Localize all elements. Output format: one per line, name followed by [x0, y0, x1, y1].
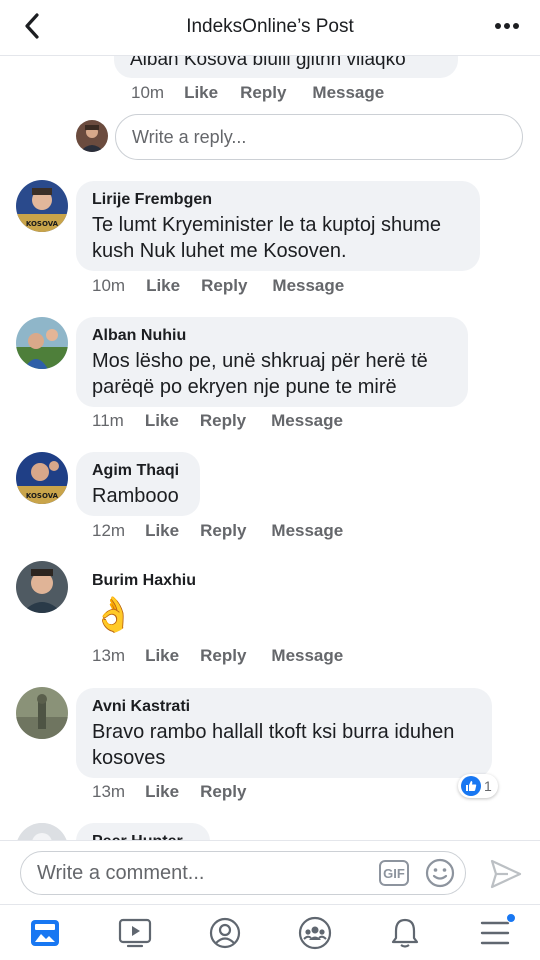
send-icon — [490, 859, 522, 889]
like-link[interactable]: Like — [145, 521, 179, 541]
like-link[interactable]: Like — [145, 782, 179, 802]
avatar: KOSOVA — [16, 452, 68, 504]
comment-bubble: Agim Thaqi Rambooo — [76, 452, 200, 516]
reply-link[interactable]: Reply — [240, 83, 286, 103]
comment-actions: 10m Like Reply Message — [92, 276, 344, 296]
message-link[interactable]: Message — [271, 521, 343, 541]
user-photo-icon — [16, 687, 68, 739]
comment-time: 10m — [131, 83, 165, 102]
bottom-tab-bar — [0, 904, 540, 960]
like-link[interactable]: Like — [184, 83, 218, 103]
comment-bubble: Alban Nuhiu Mos lësho pe, unë shkruaj pë… — [76, 317, 468, 407]
comment-bubble: Avni Kastrati Bravo rambo hallall tkoft … — [76, 688, 492, 778]
avatar — [16, 687, 68, 739]
comment-input[interactable]: Write a comment... GIF — [20, 851, 466, 895]
comment-text: Mos lësho pe, unë shkruaj për herë të pa… — [92, 350, 428, 398]
avatar: KOSOVA — [16, 180, 68, 232]
user-photo-icon — [16, 317, 68, 369]
svg-text:KOSOVA: KOSOVA — [26, 220, 59, 228]
comment-text: Rambooo — [92, 485, 179, 507]
comment-bubble: Lirije Frembgen Te lumt Kryeminister le … — [76, 181, 480, 271]
reply-placeholder: Write a reply... — [132, 126, 247, 147]
comment-author[interactable]: Avni Kastrati — [92, 697, 476, 717]
comment-time: 11m — [92, 411, 124, 430]
comment-text: Te lumt Kryeminister le ta kuptoj shume … — [92, 214, 442, 262]
notification-dot — [506, 913, 516, 923]
comment-author[interactable]: Agim Thaqi — [92, 461, 184, 481]
reply-input[interactable]: Write a reply... — [115, 114, 523, 160]
comment-author[interactable]: Peer Hunter — [92, 832, 194, 840]
reaction-badge[interactable]: 1 — [458, 774, 498, 798]
comment-text: Alban Kosova bluili gjithh viiaqko — [130, 56, 406, 70]
post-header: IndeksOnline’s Post — [0, 0, 540, 56]
reply-link[interactable]: Reply — [200, 411, 246, 431]
comment-actions: 13m Like Reply Message — [92, 646, 343, 666]
comments-feed[interactable]: Alban Kosova bluili gjithh viiaqko 10m L… — [0, 56, 540, 840]
news-feed-icon — [31, 919, 59, 946]
tab-profile[interactable] — [180, 905, 270, 960]
reply-link[interactable]: Reply — [200, 521, 246, 541]
comment-placeholder: Write a comment... — [37, 861, 205, 884]
gif-button[interactable]: GIF — [379, 860, 409, 886]
message-link[interactable]: Message — [271, 646, 343, 666]
tab-menu[interactable] — [450, 905, 540, 960]
comment-bubble: Peer Hunter — [76, 823, 210, 840]
reply-link[interactable]: Reply — [200, 646, 246, 666]
tab-news-feed[interactable] — [0, 905, 90, 960]
user-photo-icon: KOSOVA — [16, 180, 68, 232]
avatar — [16, 561, 68, 613]
message-link[interactable]: Message — [272, 276, 344, 296]
like-reaction-icon — [461, 776, 481, 796]
like-link[interactable]: Like — [146, 276, 180, 296]
avatar — [16, 823, 68, 840]
comment-time: 10m — [92, 276, 126, 295]
tab-notifications[interactable] — [360, 905, 450, 960]
bell-icon — [391, 918, 419, 948]
tab-groups[interactable] — [270, 905, 360, 960]
svg-text:KOSOVA: KOSOVA — [26, 492, 59, 500]
comment-time: 13m — [92, 646, 126, 665]
like-link[interactable]: Like — [145, 411, 179, 431]
avatar — [16, 317, 68, 369]
message-link[interactable]: Message — [312, 83, 384, 103]
emoji-button[interactable] — [425, 858, 455, 888]
comment-bubble: Burim Haxhiu 👌 — [76, 562, 276, 646]
comment-author[interactable]: Lirije Frembgen — [92, 190, 464, 210]
reply-link[interactable]: Reply — [200, 782, 246, 802]
comment-time: 12m — [92, 521, 126, 540]
user-photo-icon — [16, 823, 68, 840]
comment-time: 13m — [92, 782, 126, 801]
comment-actions: 13m Like Reply — [92, 782, 246, 802]
tab-watch[interactable] — [90, 905, 180, 960]
message-link[interactable]: Message — [271, 411, 343, 431]
like-link[interactable]: Like — [145, 646, 179, 666]
user-photo-icon: KOSOVA — [16, 452, 68, 504]
comment-actions: 12m Like Reply Message — [92, 521, 343, 541]
comment-bubble-partial: Alban Kosova bluili gjithh viiaqko — [114, 56, 458, 78]
avatar — [76, 120, 108, 152]
send-button[interactable] — [490, 859, 522, 889]
comment-actions: 10m Like Reply Message — [131, 83, 384, 103]
smiley-icon — [425, 858, 455, 888]
more-dots-icon — [495, 23, 519, 29]
user-photo-icon — [16, 561, 68, 613]
comment-author[interactable]: Alban Nuhiu — [92, 326, 452, 346]
reply-link[interactable]: Reply — [201, 276, 247, 296]
profile-icon — [209, 917, 241, 948]
comment-author[interactable]: Burim Haxhiu — [76, 562, 276, 591]
user-photo-icon — [76, 120, 108, 152]
groups-icon — [298, 916, 332, 949]
comment-composer: Write a comment... GIF — [0, 840, 540, 904]
hamburger-menu-icon — [480, 921, 510, 944]
more-options-button[interactable] — [492, 14, 522, 38]
comment-text: Bravo rambo hallall tkoft ksi burra iduh… — [92, 721, 455, 769]
video-icon — [118, 918, 152, 947]
reaction-count: 1 — [484, 778, 492, 794]
comment-actions: 11m Like Reply Message — [92, 411, 343, 431]
page-title: IndeksOnline’s Post — [186, 16, 354, 37]
ok-hand-emoji: 👌 — [92, 596, 135, 634]
